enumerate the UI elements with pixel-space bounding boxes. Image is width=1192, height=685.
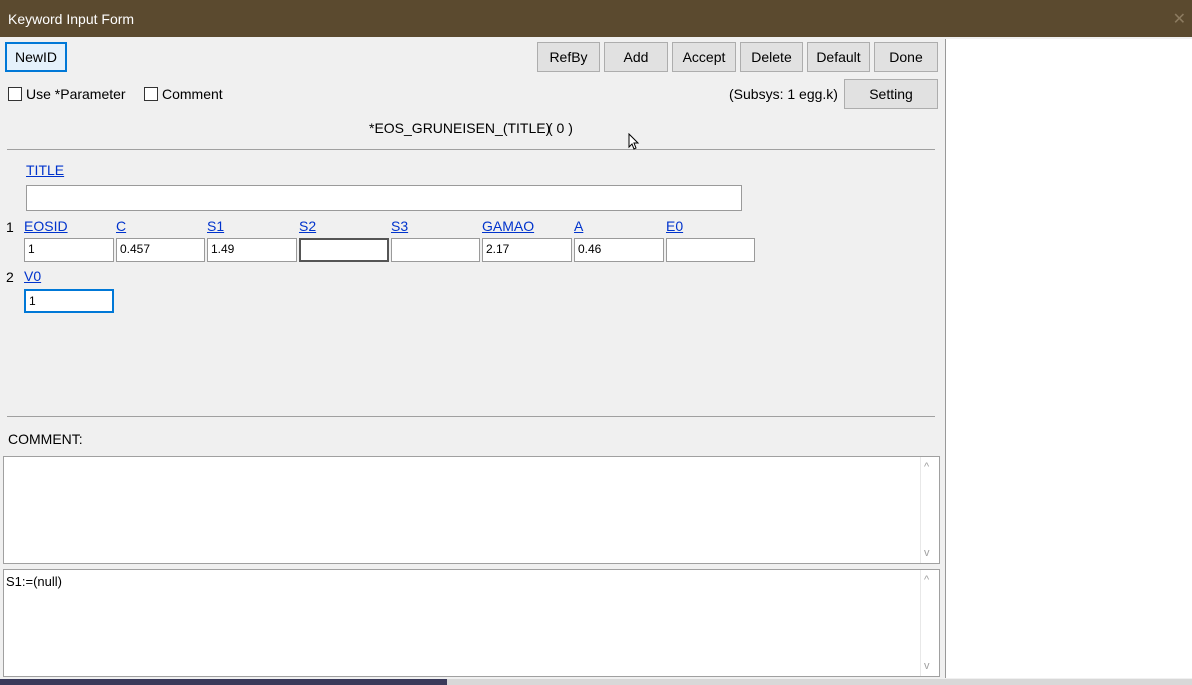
s1-input[interactable]: 1.49: [207, 238, 297, 262]
field-label-a[interactable]: A: [574, 218, 583, 234]
gamao-input[interactable]: 2.17: [482, 238, 572, 262]
done-button[interactable]: Done: [874, 42, 938, 72]
row-number: 1: [6, 219, 14, 235]
title-bar: Keyword Input Form ✕: [0, 0, 1192, 37]
mouse-cursor-icon: [628, 133, 640, 150]
title-input[interactable]: [26, 185, 742, 211]
status-scrollbar[interactable]: ^ v: [920, 570, 939, 676]
default-button[interactable]: Default: [807, 42, 870, 72]
comment-label: Comment: [162, 86, 223, 102]
delete-button[interactable]: Delete: [740, 42, 803, 72]
keyword-name: *EOS_GRUNEISEN_(TITLE): [369, 120, 551, 136]
accept-button[interactable]: Accept: [672, 42, 736, 72]
scroll-up-icon[interactable]: ^: [924, 574, 929, 586]
divider: [7, 149, 935, 150]
s2-input[interactable]: [299, 238, 389, 262]
use-parameter-label: Use *Parameter: [26, 86, 126, 102]
field-label-v0[interactable]: V0: [24, 268, 41, 284]
s3-input[interactable]: [391, 238, 480, 262]
comment-section-label: COMMENT:: [8, 431, 83, 447]
row-number: 2: [6, 269, 14, 285]
field-label-e0[interactable]: E0: [666, 218, 683, 234]
scroll-up-icon[interactable]: ^: [924, 461, 929, 473]
subsys-label: (Subsys: 1 egg.k): [729, 86, 838, 102]
v0-input[interactable]: 1: [24, 289, 114, 313]
c-input[interactable]: 0.457: [116, 238, 205, 262]
taskbar-segment: [0, 679, 447, 685]
field-label-eosid[interactable]: EOSID: [24, 218, 68, 234]
keyword-count: ( 0 ): [548, 120, 573, 136]
scroll-down-icon[interactable]: v: [924, 660, 930, 672]
title-field-label[interactable]: TITLE: [26, 162, 64, 178]
a-input[interactable]: 0.46: [574, 238, 664, 262]
window-title: Keyword Input Form: [8, 11, 135, 27]
right-panel: [945, 39, 1192, 678]
checkbox-box[interactable]: [144, 87, 158, 101]
checkbox-box[interactable]: [8, 87, 22, 101]
eosid-input[interactable]: 1: [24, 238, 114, 262]
field-label-s1[interactable]: S1: [207, 218, 224, 234]
taskbar: [0, 679, 1192, 685]
field-label-gamao[interactable]: GAMAO: [482, 218, 534, 234]
field-label-s2[interactable]: S2: [299, 218, 316, 234]
divider: [7, 416, 935, 417]
field-label-s3[interactable]: S3: [391, 218, 408, 234]
comment-scrollbar[interactable]: ^ v: [920, 457, 939, 563]
comment-textarea[interactable]: ^ v: [3, 456, 940, 564]
comment-checkbox[interactable]: Comment: [144, 86, 223, 102]
status-textarea[interactable]: S1:=(null) ^ v: [3, 569, 940, 677]
status-text: S1:=(null): [6, 574, 62, 589]
field-label-c[interactable]: C: [116, 218, 126, 234]
newid-button[interactable]: NewID: [5, 42, 67, 72]
close-icon[interactable]: ✕: [1173, 9, 1186, 29]
use-parameter-checkbox[interactable]: Use *Parameter: [8, 86, 126, 102]
refby-button[interactable]: RefBy: [537, 42, 600, 72]
setting-button[interactable]: Setting: [844, 79, 938, 109]
e0-input[interactable]: [666, 238, 755, 262]
scroll-down-icon[interactable]: v: [924, 547, 930, 559]
add-button[interactable]: Add: [604, 42, 668, 72]
